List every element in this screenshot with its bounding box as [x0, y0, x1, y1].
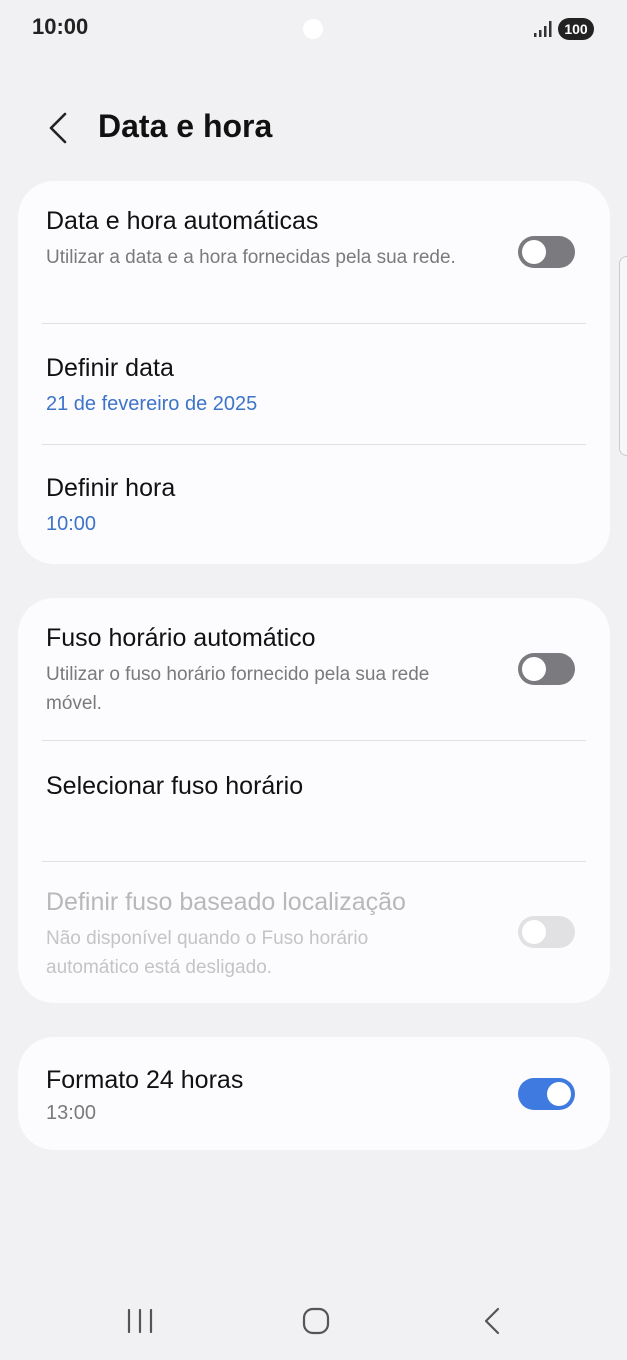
location-timezone-subtitle: Não disponível quando o Fuso horário aut…: [46, 928, 369, 978]
select-timezone-title: Selecionar fuso horário: [46, 772, 304, 800]
signal-icon: [534, 21, 552, 37]
date-time-card: Data e hora automáticas Utilizar a data …: [18, 181, 610, 564]
status-time: 10:00: [32, 14, 89, 39]
set-date-value: 21 de fevereiro de 2025: [46, 393, 258, 415]
back-button[interactable]: [36, 106, 80, 150]
auto-timezone-subtitle: Utilizar o fuso horário fornecido pela s…: [46, 664, 430, 714]
set-time-title: Definir hora: [46, 474, 176, 502]
auto-datetime-toggle[interactable]: [518, 236, 575, 268]
toggle-knob: [522, 240, 546, 264]
auto-datetime-subtitle: Utilizar a data e a hora fornecidas pela…: [46, 247, 456, 268]
chevron-left-icon: [49, 112, 67, 144]
edge-panel-handle[interactable]: [619, 256, 627, 456]
page-title: Data e hora: [98, 108, 273, 144]
format-24h-subtitle: 13:00: [46, 1102, 97, 1124]
format-24h-title: Formato 24 horas: [46, 1066, 244, 1094]
toggle-knob: [522, 657, 546, 681]
select-timezone-row[interactable]: Selecionar fuso horário: [18, 741, 610, 861]
format-24h-row[interactable]: Formato 24 horas 13:00: [18, 1037, 610, 1150]
auto-datetime-title: Data e hora automáticas: [46, 207, 319, 235]
home-button[interactable]: [291, 1297, 341, 1345]
recents-button[interactable]: [115, 1297, 165, 1345]
auto-timezone-row[interactable]: Fuso horário automático Utilizar o fuso …: [18, 598, 610, 741]
back-icon: [484, 1307, 500, 1335]
format-24h-toggle[interactable]: [518, 1078, 575, 1110]
toggle-knob: [522, 920, 546, 944]
location-timezone-title: Definir fuso baseado localização: [46, 888, 406, 916]
set-time-row[interactable]: Definir hora 10:00: [18, 445, 610, 564]
auto-datetime-row[interactable]: Data e hora automáticas Utilizar a data …: [18, 181, 610, 324]
location-timezone-toggle: [518, 916, 575, 948]
nav-back-button[interactable]: [467, 1297, 517, 1345]
toggle-knob: [547, 1082, 571, 1106]
set-date-row[interactable]: Definir data 21 de fevereiro de 2025: [18, 324, 610, 445]
recents-icon: [127, 1308, 153, 1334]
auto-timezone-toggle[interactable]: [518, 653, 575, 685]
battery-level: 100: [558, 18, 594, 40]
camera-cutout: [303, 19, 323, 39]
status-bar: 10:00 100: [0, 0, 627, 58]
format-card: Formato 24 horas 13:00: [18, 1037, 610, 1150]
auto-timezone-title: Fuso horário automático: [46, 624, 316, 652]
location-timezone-row: Definir fuso baseado localização Não dis…: [18, 862, 610, 1003]
set-date-title: Definir data: [46, 354, 174, 382]
set-time-value: 10:00: [46, 513, 97, 535]
timezone-card: Fuso horário automático Utilizar o fuso …: [18, 598, 610, 1003]
home-icon: [302, 1307, 330, 1335]
